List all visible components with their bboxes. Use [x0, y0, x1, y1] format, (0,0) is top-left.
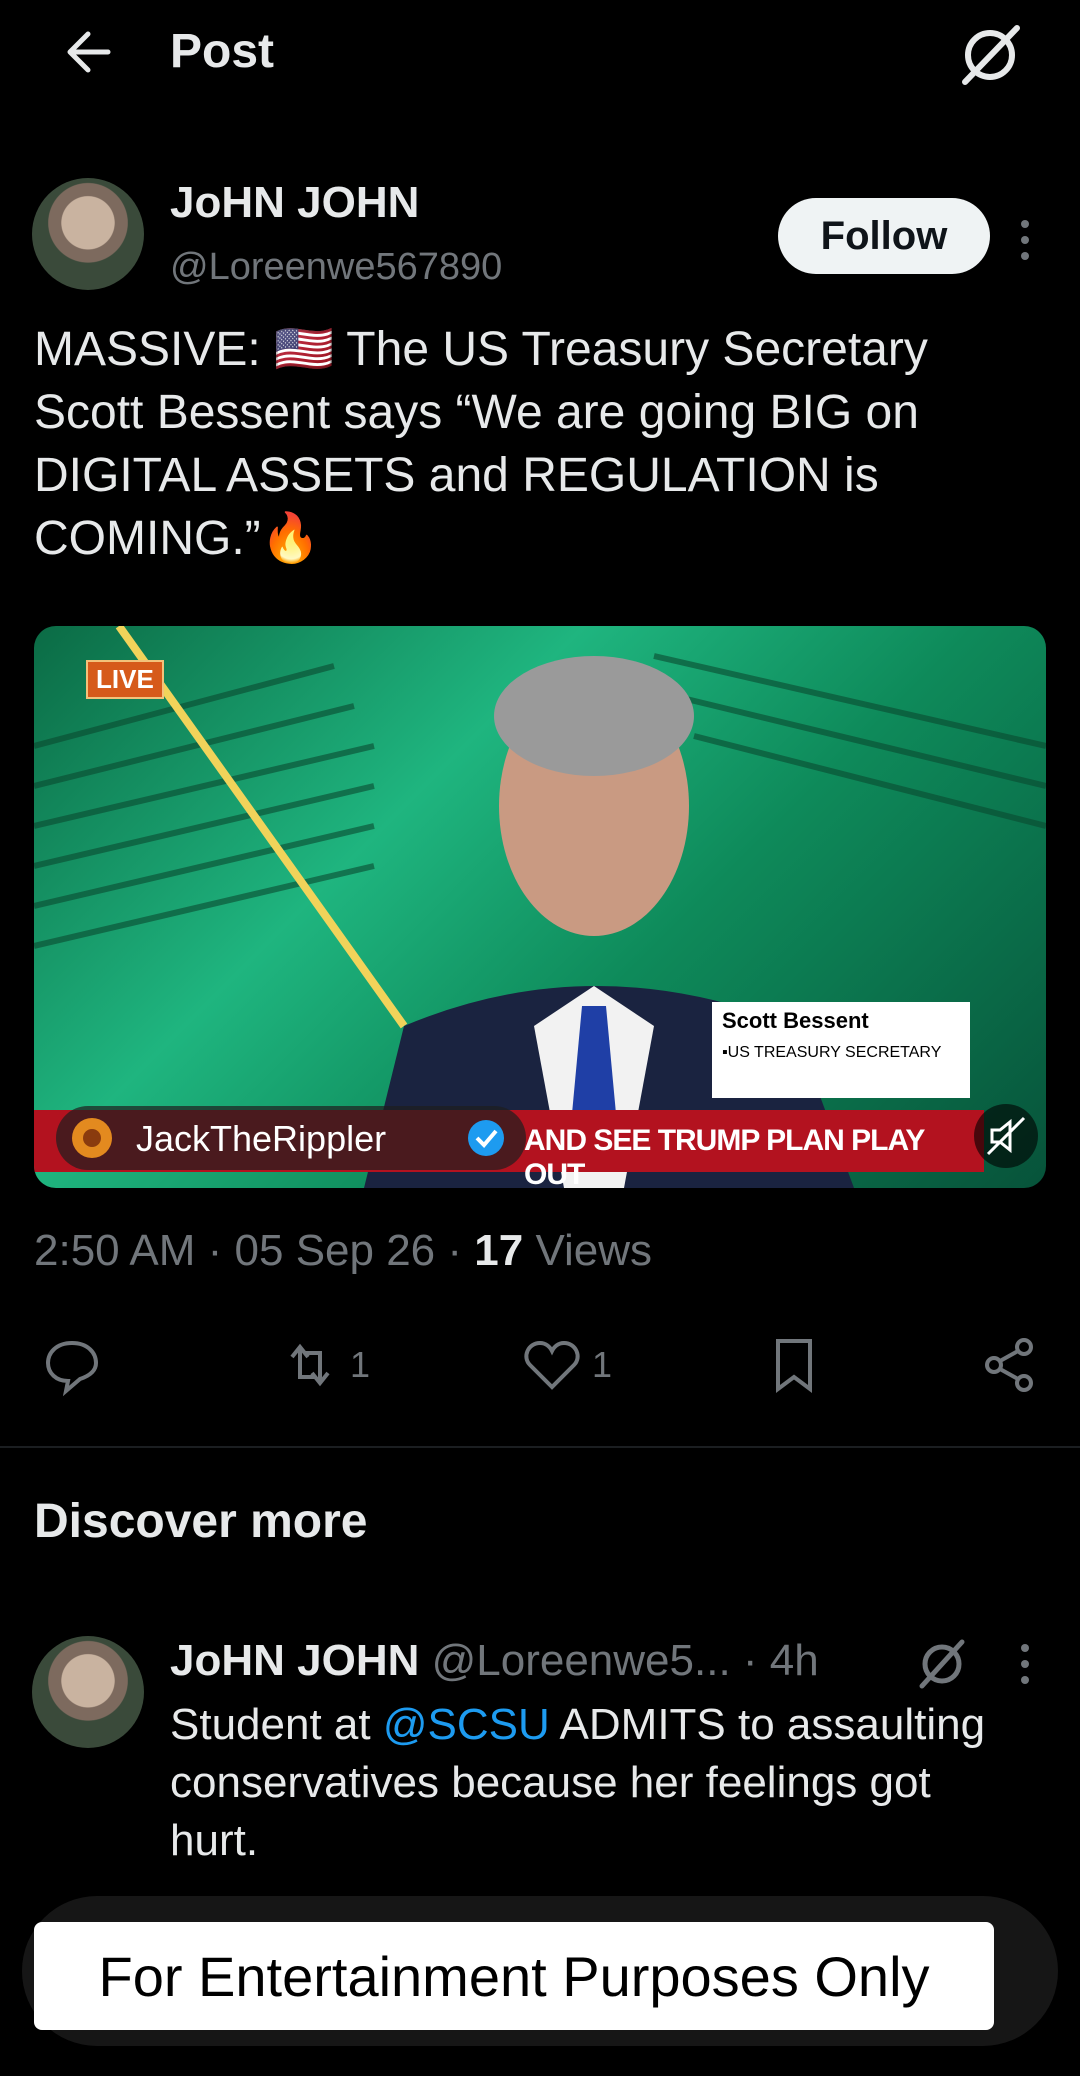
like-button[interactable]: 1: [520, 1330, 612, 1400]
author-avatar[interactable]: [32, 178, 144, 290]
share-icon: [985, 1338, 1033, 1392]
grok-icon[interactable]: [912, 1634, 972, 1694]
page-title: Post: [170, 25, 275, 78]
disclaimer-banner: For Entertainment Purposes Only: [34, 1922, 994, 2030]
channel-name: JackTheRippler: [136, 1118, 387, 1159]
recommended-author-name: JoHN JOHN: [170, 1636, 420, 1685]
recommended-text-pre: Student at: [170, 1700, 383, 1749]
reply-button[interactable]: [40, 1330, 104, 1400]
author-name[interactable]: JoHN JOHN: [170, 178, 419, 228]
action-bar: 1 1: [0, 1330, 1080, 1410]
mute-icon[interactable]: [974, 1104, 1038, 1168]
follow-button[interactable]: Follow: [778, 198, 990, 274]
bookmark-icon: [776, 1339, 812, 1393]
more-options-icon[interactable]: [1010, 1634, 1040, 1694]
recommended-author-meta: @Loreenwe5... · 4h: [419, 1636, 819, 1685]
video-player[interactable]: LIVE Scott Bessent ▪US TREASURY SECRETAR…: [34, 626, 1046, 1188]
caption-role: ▪US TREASURY SECRETARY: [722, 1044, 942, 1061]
like-count: 1: [592, 1344, 613, 1385]
post-text: MASSIVE: 🇺🇸 The US Treasury Secretary Sc…: [34, 323, 928, 565]
share-button[interactable]: [978, 1330, 1042, 1400]
recommended-author[interactable]: JoHN JOHN @Loreenwe5... · 4h: [170, 1636, 819, 1686]
verified-icon: [468, 1120, 504, 1156]
recommended-post-text[interactable]: Student at @SCSU ADMITS to assaulting co…: [170, 1696, 1030, 1870]
mention-link[interactable]: @SCSU: [383, 1700, 550, 1749]
repost-icon: [290, 1343, 330, 1387]
ticker-text: AND SEE TRUMP PLAN PLAY OUT: [524, 1124, 925, 1188]
more-options-icon[interactable]: [1010, 210, 1040, 270]
caption-name: Scott Bessent: [722, 1008, 869, 1033]
post-timestamp: 2:50 AM · 05 Sep 26 · 17 Views: [34, 1226, 652, 1276]
discover-heading: Discover more: [34, 1495, 368, 1548]
repost-count: 1: [350, 1344, 371, 1385]
section-divider: [0, 1446, 1080, 1448]
top-bar: Post: [0, 0, 1080, 110]
channel-badge[interactable]: JackTheRippler: [56, 1106, 526, 1170]
live-badge: LIVE: [86, 660, 164, 699]
heart-icon: [524, 1340, 580, 1390]
repost-button[interactable]: 1: [278, 1330, 370, 1400]
views-count: 17: [474, 1226, 524, 1275]
bookmark-button[interactable]: [762, 1330, 826, 1400]
recommended-avatar[interactable]: [32, 1636, 144, 1748]
reply-icon: [45, 1340, 99, 1397]
video-frame: [34, 626, 1046, 1188]
timestamp-text: 2:50 AM · 05 Sep 26 ·: [34, 1226, 475, 1275]
name-caption: Scott Bessent ▪US TREASURY SECRETARY: [712, 1002, 970, 1098]
views-label: Views: [523, 1226, 653, 1275]
back-arrow-icon[interactable]: [60, 22, 120, 82]
author-handle[interactable]: @Loreenwe567890: [170, 246, 502, 289]
channel-avatar-icon: [72, 1118, 112, 1158]
grok-icon[interactable]: [955, 20, 1025, 90]
